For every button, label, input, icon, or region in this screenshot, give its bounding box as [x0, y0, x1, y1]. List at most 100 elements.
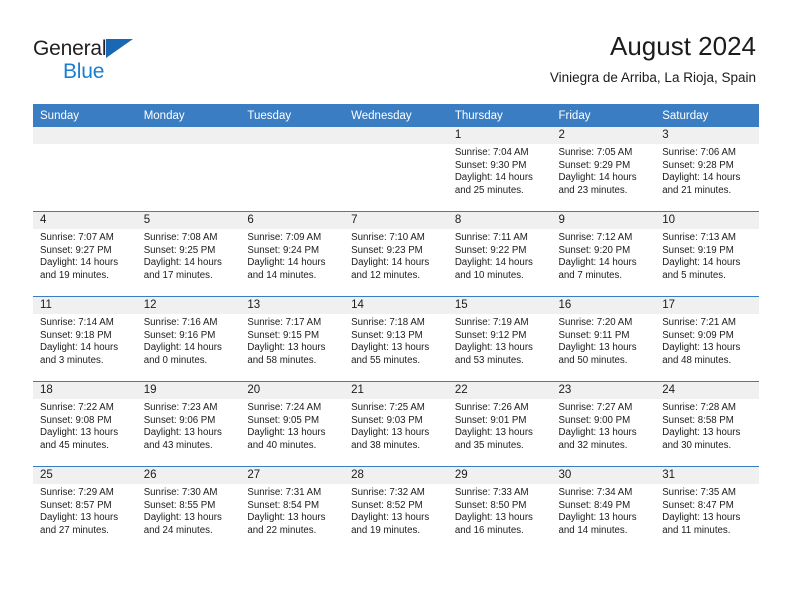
calendar-day-cell[interactable]: 22 Sunrise: 7:26 AM Sunset: 9:01 PM Dayligh…	[447, 381, 552, 467]
daylight-text-line2: and 35 minutes.	[454, 439, 524, 451]
daylight-text-line2: and 19 minutes.	[40, 269, 109, 281]
sunrise-text: Sunrise: 7:16 AM	[143, 317, 218, 328]
sunrise-text: Sunrise: 7:04 AM	[454, 147, 529, 158]
daylight-text-line2: and 0 minutes.	[143, 354, 208, 366]
calendar-day-cell[interactable]: 19 Sunrise: 7:23 AM Sunset: 9:06 PM Dayligh…	[136, 381, 241, 467]
sunrise-text: Sunrise: 7:07 AM	[40, 232, 114, 243]
day-number: 11	[33, 297, 137, 314]
day-number: 18	[33, 382, 137, 399]
calendar-day-cell[interactable]: 12 Sunrise: 7:16 AM Sunset: 9:16 PM Dayligh…	[136, 296, 241, 382]
calendar-cell-empty	[344, 127, 448, 212]
day-number: 1	[447, 127, 552, 144]
generalblue-logo[interactable]: General Blue	[33, 36, 203, 84]
sunrise-text: Sunrise: 7:10 AM	[351, 232, 425, 243]
daylight-text-line1: Daylight: 13 hours	[40, 512, 119, 524]
calendar-day-cell[interactable]: 9 Sunrise: 7:12 AM Sunset: 9:20 PM Daylight…	[551, 211, 656, 297]
daylight-text-line2: and 17 minutes.	[143, 269, 213, 281]
sunset-text: Sunset: 9:15 PM	[247, 329, 320, 341]
calendar-body: 1 Sunrise: 7:04 AM Sunset: 9:30 PM Daylight…	[33, 127, 759, 551]
daylight-text-line2: and 30 minutes.	[662, 439, 732, 451]
day-number: 30	[551, 467, 656, 484]
day-number: 31	[655, 467, 759, 484]
calendar-day-cell[interactable]: 13 Sunrise: 7:17 AM Sunset: 9:15 PM Dayligh…	[240, 296, 345, 382]
calendar-cell-empty	[240, 127, 345, 212]
calendar-day-cell[interactable]: 3 Sunrise: 7:06 AM Sunset: 9:28 PM Daylight…	[655, 127, 759, 212]
calendar-day-cell[interactable]: 23 Sunrise: 7:27 AM Sunset: 9:00 PM Dayligh…	[551, 381, 656, 467]
calendar-day-cell[interactable]: 17 Sunrise: 7:21 AM Sunset: 9:09 PM Dayligh…	[655, 296, 759, 382]
logo-triangle-icon	[106, 39, 133, 58]
calendar-day-cell[interactable]: 20 Sunrise: 7:24 AM Sunset: 9:05 PM Dayligh…	[240, 381, 345, 467]
sunset-text: Sunset: 8:57 PM	[40, 499, 112, 511]
calendar-day-cell[interactable]: 10 Sunrise: 7:13 AM Sunset: 9:19 PM Dayligh…	[655, 211, 759, 297]
daylight-text-line1: Daylight: 14 hours	[143, 342, 222, 354]
sunset-text: Sunset: 9:05 PM	[247, 414, 320, 426]
sunrise-text: Sunrise: 7:32 AM	[351, 487, 425, 498]
daylight-text-line2: and 21 minutes.	[662, 184, 732, 196]
day-number	[344, 127, 448, 144]
day-details: Sunrise: 7:19 AM Sunset: 9:12 PM Daylight:…	[448, 314, 552, 367]
daylight-text-line2: and 19 minutes.	[351, 524, 421, 536]
calendar-day-cell[interactable]: 6 Sunrise: 7:09 AM Sunset: 9:24 PM Daylight…	[240, 211, 345, 297]
daylight-text-line2: and 40 minutes.	[247, 439, 317, 451]
page-title: August 2024	[609, 31, 756, 61]
day-details: Sunrise: 7:29 AM Sunset: 8:57 PM Daylight:…	[33, 484, 137, 537]
sunrise-text: Sunrise: 7:21 AM	[662, 317, 736, 328]
daylight-text-line1: Daylight: 13 hours	[247, 512, 326, 524]
sunrise-text: Sunrise: 7:12 AM	[558, 232, 633, 243]
day-number: 27	[240, 467, 345, 484]
calendar-day-cell[interactable]: 31 Sunrise: 7:35 AM Sunset: 8:47 PM Dayligh…	[655, 466, 759, 551]
calendar-day-cell[interactable]: 4 Sunrise: 7:07 AM Sunset: 9:27 PM Daylight…	[33, 211, 137, 297]
day-details: Sunrise: 7:09 AM Sunset: 9:24 PM Daylight:…	[240, 229, 344, 282]
calendar-day-cell[interactable]: 21 Sunrise: 7:25 AM Sunset: 9:03 PM Dayligh…	[344, 381, 448, 467]
calendar-day-cell[interactable]: 18 Sunrise: 7:22 AM Sunset: 9:08 PM Dayligh…	[33, 381, 137, 467]
day-number: 5	[136, 212, 241, 229]
page-header: General Blue August 2024 Viniegra de Arr…	[0, 0, 792, 100]
calendar-day-cell[interactable]: 7 Sunrise: 7:10 AM Sunset: 9:23 PM Daylight…	[344, 211, 448, 297]
daylight-text-line1: Daylight: 13 hours	[40, 427, 119, 439]
calendar-day-cell[interactable]: 5 Sunrise: 7:08 AM Sunset: 9:25 PM Daylight…	[136, 211, 241, 297]
daylight-text-line2: and 48 minutes.	[662, 354, 732, 366]
calendar-day-cell[interactable]: 14 Sunrise: 7:18 AM Sunset: 9:13 PM Dayligh…	[344, 296, 448, 382]
daylight-text-line1: Daylight: 13 hours	[143, 427, 222, 439]
calendar-day-cell[interactable]: 29 Sunrise: 7:33 AM Sunset: 8:50 PM Dayligh…	[447, 466, 552, 551]
calendar-day-cell[interactable]: 8 Sunrise: 7:11 AM Sunset: 9:22 PM Daylight…	[447, 211, 552, 297]
daylight-text-line1: Daylight: 13 hours	[662, 512, 741, 524]
calendar-day-cell[interactable]: 1 Sunrise: 7:04 AM Sunset: 9:30 PM Daylight…	[447, 127, 552, 212]
sunset-text: Sunset: 8:47 PM	[662, 499, 734, 511]
day-details: Sunrise: 7:28 AM Sunset: 8:58 PM Daylight:…	[655, 399, 759, 452]
daylight-text-line1: Daylight: 14 hours	[454, 172, 533, 184]
daylight-text-line2: and 32 minutes.	[558, 439, 628, 451]
page-subtitle-location: Viniegra de Arriba, La Rioja, Spain	[549, 70, 756, 85]
calendar-cell-empty	[136, 127, 241, 212]
sunset-text: Sunset: 9:16 PM	[143, 329, 216, 341]
day-number: 25	[33, 467, 137, 484]
calendar-day-cell[interactable]: 28 Sunrise: 7:32 AM Sunset: 8:52 PM Dayligh…	[344, 466, 448, 551]
day-number	[240, 127, 345, 144]
day-number: 13	[240, 297, 345, 314]
calendar-day-cell[interactable]: 2 Sunrise: 7:05 AM Sunset: 9:29 PM Daylight…	[551, 127, 656, 212]
calendar-day-cell[interactable]: 27 Sunrise: 7:31 AM Sunset: 8:54 PM Dayligh…	[240, 466, 345, 551]
sunset-text: Sunset: 8:58 PM	[662, 414, 734, 426]
calendar-day-cell[interactable]: 16 Sunrise: 7:20 AM Sunset: 9:11 PM Dayligh…	[551, 296, 656, 382]
day-details: Sunrise: 7:22 AM Sunset: 9:08 PM Daylight:…	[33, 399, 137, 452]
calendar-day-cell[interactable]: 11 Sunrise: 7:14 AM Sunset: 9:18 PM Dayligh…	[33, 296, 137, 382]
daylight-text-line2: and 45 minutes.	[40, 439, 109, 451]
day-details: Sunrise: 7:21 AM Sunset: 9:09 PM Daylight:…	[655, 314, 759, 367]
calendar-page: General Blue August 2024 Viniegra de Arr…	[0, 0, 792, 612]
sunset-text: Sunset: 9:27 PM	[40, 244, 112, 256]
sunset-text: Sunset: 9:03 PM	[351, 414, 423, 426]
sunrise-text: Sunrise: 7:20 AM	[558, 317, 633, 328]
calendar-day-cell[interactable]: 24 Sunrise: 7:28 AM Sunset: 8:58 PM Dayligh…	[655, 381, 759, 467]
calendar-day-cell[interactable]: 25 Sunrise: 7:29 AM Sunset: 8:57 PM Dayligh…	[33, 466, 137, 551]
calendar-day-cell[interactable]: 26 Sunrise: 7:30 AM Sunset: 8:55 PM Dayligh…	[136, 466, 241, 551]
sunset-text: Sunset: 9:24 PM	[247, 244, 320, 256]
calendar-day-cell[interactable]: 15 Sunrise: 7:19 AM Sunset: 9:12 PM Dayligh…	[447, 296, 552, 382]
day-number	[33, 127, 137, 144]
day-number: 12	[136, 297, 241, 314]
sunrise-text: Sunrise: 7:23 AM	[143, 402, 218, 413]
calendar-day-cell[interactable]: 30 Sunrise: 7:34 AM Sunset: 8:49 PM Dayligh…	[551, 466, 656, 551]
day-number: 26	[136, 467, 241, 484]
day-details: Sunrise: 7:05 AM Sunset: 9:29 PM Daylight:…	[552, 144, 656, 197]
logo-text-general: General	[33, 37, 107, 60]
day-details: Sunrise: 7:13 AM Sunset: 9:19 PM Daylight:…	[655, 229, 759, 282]
